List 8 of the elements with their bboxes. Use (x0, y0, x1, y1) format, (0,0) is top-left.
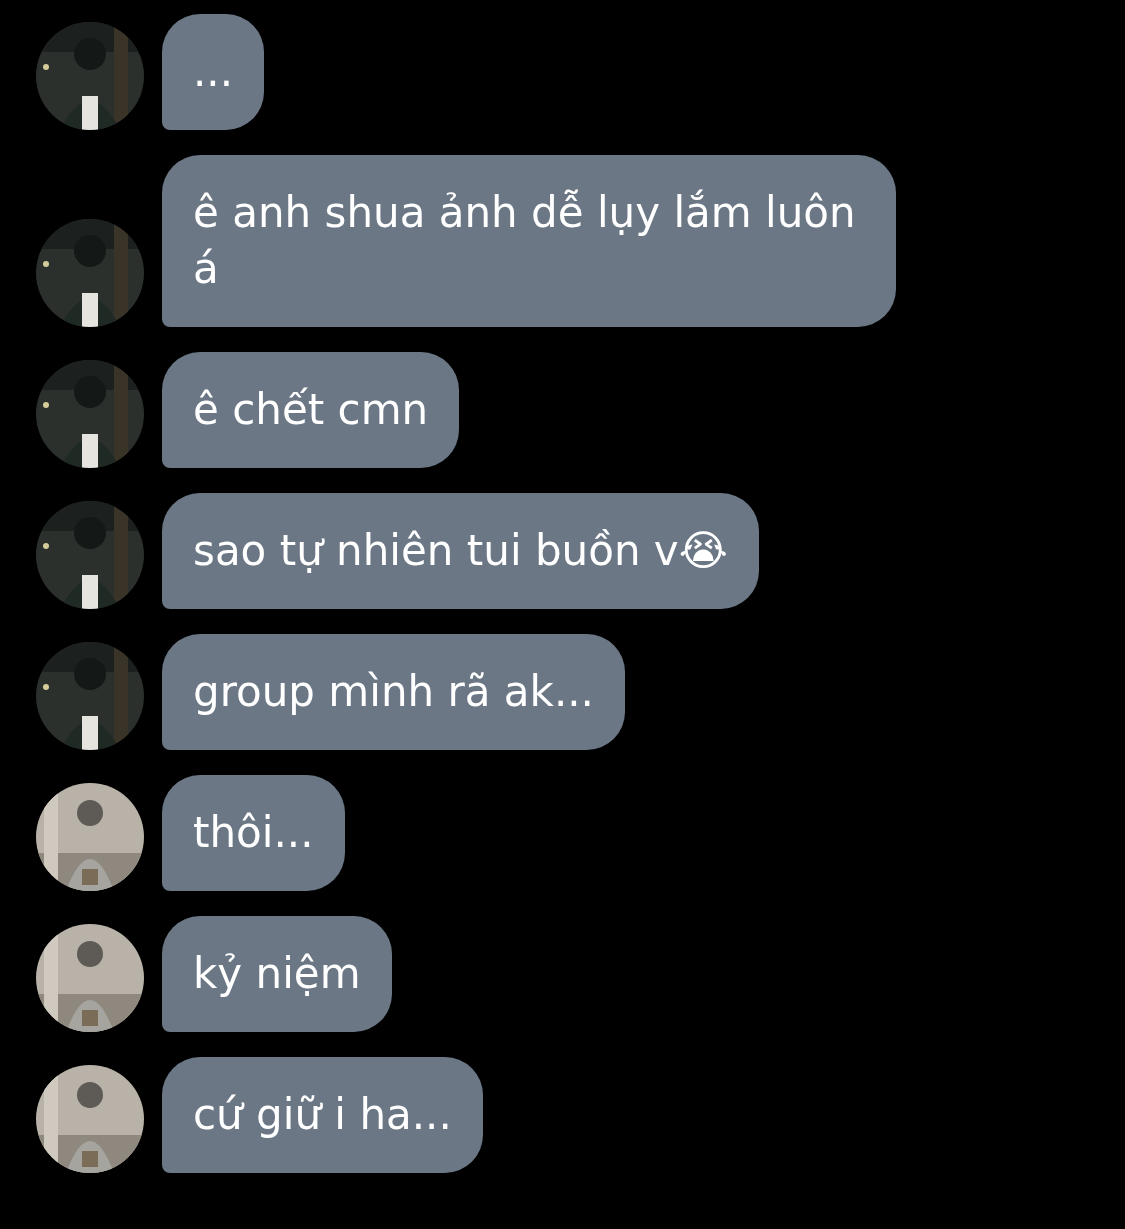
message-bubble: thôi... (162, 775, 345, 891)
message-bubble: ê anh shua ảnh dễ lụy lắm luôn á (162, 155, 896, 327)
message-bubble: cứ giữ i ha... (162, 1057, 483, 1173)
message-bubble: ... (162, 14, 265, 130)
message-bubble: group mình rã ak... (162, 634, 625, 750)
message-bubble: ê chết cmn (162, 352, 460, 468)
message-bubble: sao tự nhiên tui buồn v😭 (162, 493, 759, 609)
message-bubble: kỷ niệm (162, 916, 392, 1032)
